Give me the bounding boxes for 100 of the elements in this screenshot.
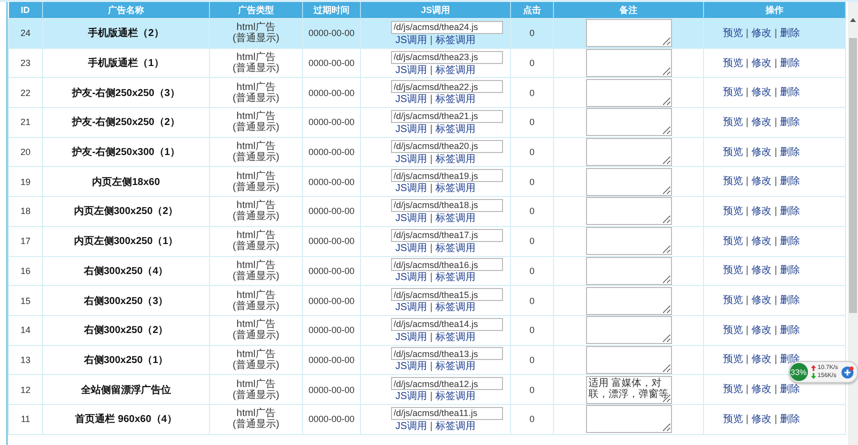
js-call-link[interactable]: 标签调用 bbox=[436, 94, 476, 106]
scrollbar[interactable] bbox=[848, 2, 858, 445]
scroll-up-icon[interactable] bbox=[850, 18, 856, 22]
action-link[interactable]: 删除 bbox=[780, 414, 800, 425]
note-field[interactable] bbox=[586, 19, 672, 48]
action-link[interactable]: 预览 bbox=[722, 116, 743, 128]
action-link[interactable]: 修改 bbox=[752, 295, 772, 306]
action-link[interactable]: 预览 bbox=[722, 28, 743, 39]
note-field[interactable] bbox=[586, 49, 672, 78]
js-call-link[interactable]: JS调用 bbox=[395, 94, 428, 106]
js-call-link[interactable]: 标签调用 bbox=[436, 64, 476, 76]
js-call-link[interactable]: JS调用 bbox=[395, 242, 428, 254]
js-path-field[interactable]: /d/js/acmsd/thea13.js bbox=[390, 347, 502, 360]
js-path-field[interactable]: /d/js/acmsd/thea21.js bbox=[390, 110, 502, 123]
action-link[interactable]: 修改 bbox=[752, 116, 772, 128]
js-path-field[interactable]: /d/js/acmsd/thea12.js bbox=[390, 377, 502, 390]
js-call-link[interactable]: JS调用 bbox=[395, 272, 428, 284]
action-link[interactable]: 删除 bbox=[780, 236, 800, 247]
note-field[interactable]: 适用 富媒体，对联，漂浮，弹窗等 bbox=[586, 376, 672, 404]
note-field[interactable] bbox=[586, 227, 672, 256]
action-link[interactable]: 删除 bbox=[780, 295, 800, 306]
action-link[interactable]: 删除 bbox=[780, 384, 800, 396]
action-link[interactable]: 修改 bbox=[752, 58, 772, 69]
note-field[interactable] bbox=[586, 286, 672, 315]
js-call-link[interactable]: 标签调用 bbox=[436, 183, 476, 194]
js-call-link[interactable]: 标签调用 bbox=[436, 154, 476, 165]
js-path-field[interactable]: /d/js/acmsd/thea16.js bbox=[390, 258, 502, 272]
action-link[interactable]: 修改 bbox=[752, 384, 772, 396]
js-call-link[interactable]: JS调用 bbox=[395, 64, 428, 76]
boost-icon[interactable] bbox=[841, 366, 854, 378]
note-field[interactable] bbox=[586, 346, 672, 374]
action-link[interactable]: 修改 bbox=[752, 28, 772, 39]
js-call-link[interactable]: 标签调用 bbox=[436, 124, 476, 135]
action-link[interactable]: 预览 bbox=[722, 176, 743, 188]
action-link[interactable]: 删除 bbox=[780, 146, 800, 158]
js-path-field[interactable]: /d/js/acmsd/thea11.js bbox=[390, 406, 502, 420]
action-link[interactable]: 修改 bbox=[752, 206, 772, 217]
action-link[interactable]: 预览 bbox=[722, 206, 743, 217]
js-call-link[interactable]: JS调用 bbox=[395, 302, 428, 314]
action-link[interactable]: 修改 bbox=[752, 354, 772, 366]
action-link[interactable]: 预览 bbox=[722, 295, 743, 306]
js-call-link[interactable]: JS调用 bbox=[395, 332, 428, 343]
note-field[interactable] bbox=[586, 78, 672, 107]
action-link[interactable]: 删除 bbox=[780, 87, 800, 98]
js-call-link[interactable]: 标签调用 bbox=[436, 332, 476, 343]
js-call-link[interactable]: 标签调用 bbox=[436, 391, 476, 402]
js-call-link[interactable]: 标签调用 bbox=[436, 242, 476, 254]
js-call-link[interactable]: 标签调用 bbox=[436, 212, 476, 224]
action-link[interactable]: 修改 bbox=[752, 414, 772, 425]
action-link[interactable]: 预览 bbox=[722, 236, 743, 247]
note-field[interactable] bbox=[586, 168, 672, 196]
js-call-link[interactable]: JS调用 bbox=[395, 420, 428, 432]
action-link[interactable]: 删除 bbox=[780, 324, 800, 336]
js-path-field[interactable]: /d/js/acmsd/thea20.js bbox=[390, 140, 502, 153]
action-link[interactable]: 预览 bbox=[722, 87, 743, 98]
scrollbar-thumb[interactable] bbox=[849, 38, 857, 313]
action-link[interactable]: 预览 bbox=[722, 146, 743, 158]
js-path-field[interactable]: /d/js/acmsd/thea24.js bbox=[390, 20, 502, 34]
js-call-link[interactable]: 标签调用 bbox=[436, 34, 476, 46]
js-path-field[interactable]: /d/js/acmsd/thea22.js bbox=[390, 80, 502, 94]
note-field[interactable] bbox=[586, 138, 672, 166]
js-call-link[interactable]: JS调用 bbox=[395, 124, 428, 135]
action-link[interactable]: 修改 bbox=[752, 176, 772, 188]
js-path-field[interactable]: /d/js/acmsd/thea14.js bbox=[390, 318, 502, 331]
action-link[interactable]: 预览 bbox=[722, 324, 743, 336]
action-link[interactable]: 修改 bbox=[752, 87, 772, 98]
note-field[interactable] bbox=[586, 197, 672, 226]
action-link[interactable]: 修改 bbox=[752, 265, 772, 276]
js-call-link[interactable]: 标签调用 bbox=[436, 361, 476, 372]
action-link[interactable]: 修改 bbox=[752, 324, 772, 336]
js-call-link[interactable]: 标签调用 bbox=[436, 420, 476, 432]
js-path-field[interactable]: /d/js/acmsd/thea18.js bbox=[390, 198, 502, 212]
js-call-link[interactable]: JS调用 bbox=[395, 183, 428, 194]
js-call-link[interactable]: 标签调用 bbox=[436, 272, 476, 284]
js-call-link[interactable]: JS调用 bbox=[395, 361, 428, 372]
note-field[interactable] bbox=[586, 316, 672, 344]
action-link[interactable]: 预览 bbox=[722, 265, 743, 276]
js-call-link[interactable]: JS调用 bbox=[395, 391, 428, 402]
js-path-field[interactable]: /d/js/acmsd/thea17.js bbox=[390, 228, 502, 242]
js-call-link[interactable]: JS调用 bbox=[395, 34, 428, 46]
action-link[interactable]: 预览 bbox=[722, 354, 743, 366]
action-link[interactable]: 删除 bbox=[780, 58, 800, 69]
action-link[interactable]: 修改 bbox=[752, 236, 772, 247]
js-call-link[interactable]: 标签调用 bbox=[436, 302, 476, 314]
action-link[interactable]: 删除 bbox=[780, 176, 800, 188]
js-path-field[interactable]: /d/js/acmsd/thea19.js bbox=[390, 169, 502, 182]
action-link[interactable]: 删除 bbox=[780, 265, 800, 276]
action-link[interactable]: 预览 bbox=[722, 58, 743, 69]
js-path-field[interactable]: /d/js/acmsd/thea23.js bbox=[390, 50, 502, 64]
js-path-field[interactable]: /d/js/acmsd/thea15.js bbox=[390, 288, 502, 302]
js-call-link[interactable]: JS调用 bbox=[395, 212, 428, 224]
action-link[interactable]: 删除 bbox=[780, 28, 800, 39]
note-field[interactable] bbox=[586, 108, 672, 136]
action-link[interactable]: 预览 bbox=[722, 384, 743, 396]
action-link[interactable]: 修改 bbox=[752, 146, 772, 158]
action-link[interactable]: 删除 bbox=[780, 206, 800, 217]
js-call-link[interactable]: JS调用 bbox=[395, 154, 428, 165]
note-field[interactable] bbox=[586, 405, 672, 434]
note-field[interactable] bbox=[586, 256, 672, 285]
action-link[interactable]: 删除 bbox=[780, 116, 800, 128]
